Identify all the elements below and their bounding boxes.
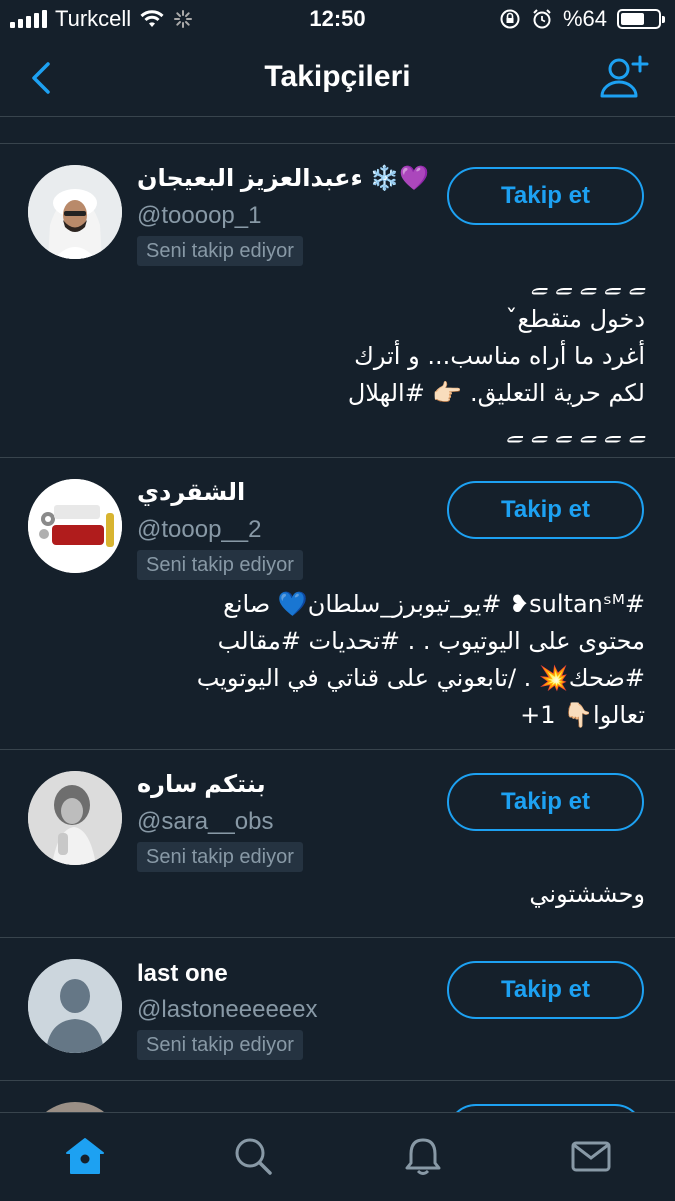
avatar[interactable] [28,479,122,573]
follower-bio: ﮯ ﮯ ﮯ ﮯ ﮯ دخول متقطعˇ أغرد ما أراه مناسب… [347,268,645,444]
follower-row-partial[interactable] [0,1081,675,1112]
follow-button[interactable]: Takip et [447,167,644,225]
tab-bar [0,1112,675,1201]
follower-handle: @sara__obs [137,808,274,835]
nav-bar: Takipçileri [0,40,675,117]
avatar[interactable] [28,771,122,865]
rotation-lock-icon [500,9,520,29]
status-right: %64 [499,6,665,32]
search-icon[interactable] [232,1135,274,1177]
alarm-icon [533,9,551,29]
follower-handle: @toooop_1 [137,202,262,229]
default-avatar-icon[interactable] [28,959,122,1053]
follower-row[interactable]: last one @lastoneeeeeex Seni takip ediyo… [0,938,675,1080]
follows-you-badge: Seni takip ediyor [137,550,303,580]
follows-you-badge: Seni takip ediyor [137,842,303,872]
follower-name: ءعبدالعزيز البعيجان ❄️💜 [137,165,430,192]
battery-icon [617,9,665,29]
follow-button[interactable]: Takip et [447,961,644,1019]
follower-bio: #sultanˢᴹ❥ #يو_تيوبرز_سلطان💙 صانع محتوى … [196,590,645,729]
follow-button[interactable]: Takip et [447,481,644,539]
follower-handle: @lastoneeeeeex [137,996,318,1023]
follow-button[interactable]: Takip et [447,773,644,831]
follow-button[interactable] [447,1104,644,1112]
follower-name: الشقردي [137,479,246,506]
home-icon[interactable] [64,1135,106,1177]
follows-you-badge: Seni takip ediyor [137,236,303,266]
follower-row[interactable]: ءعبدالعزيز البعيجان ❄️💜 @toooop_1 Seni t… [0,144,675,457]
follower-name: بنتكم ساره [137,771,266,798]
page-title: Takipçileri [264,60,411,93]
battery-level [621,13,645,25]
follower-handle: @tooop__2 [137,516,262,543]
follower-row[interactable]: بنتكم ساره @sara__obs Seni takip ediyor … [0,750,675,937]
battery-percent: %64 [562,6,607,31]
add-user-icon[interactable] [599,54,649,100]
avatar[interactable] [28,165,122,259]
notifications-icon[interactable] [402,1135,444,1177]
follower-bio: وحششتوني [529,880,645,908]
follows-you-badge: Seni takip ediyor [137,1030,303,1060]
avatar[interactable] [28,1102,122,1112]
messages-icon[interactable] [570,1135,612,1177]
status-bar: Turkcell 12:50 %64 [0,0,675,40]
follower-name: last one [137,960,228,987]
follower-row[interactable]: الشقردي @tooop__2 Seni takip ediyor Taki… [0,458,675,749]
